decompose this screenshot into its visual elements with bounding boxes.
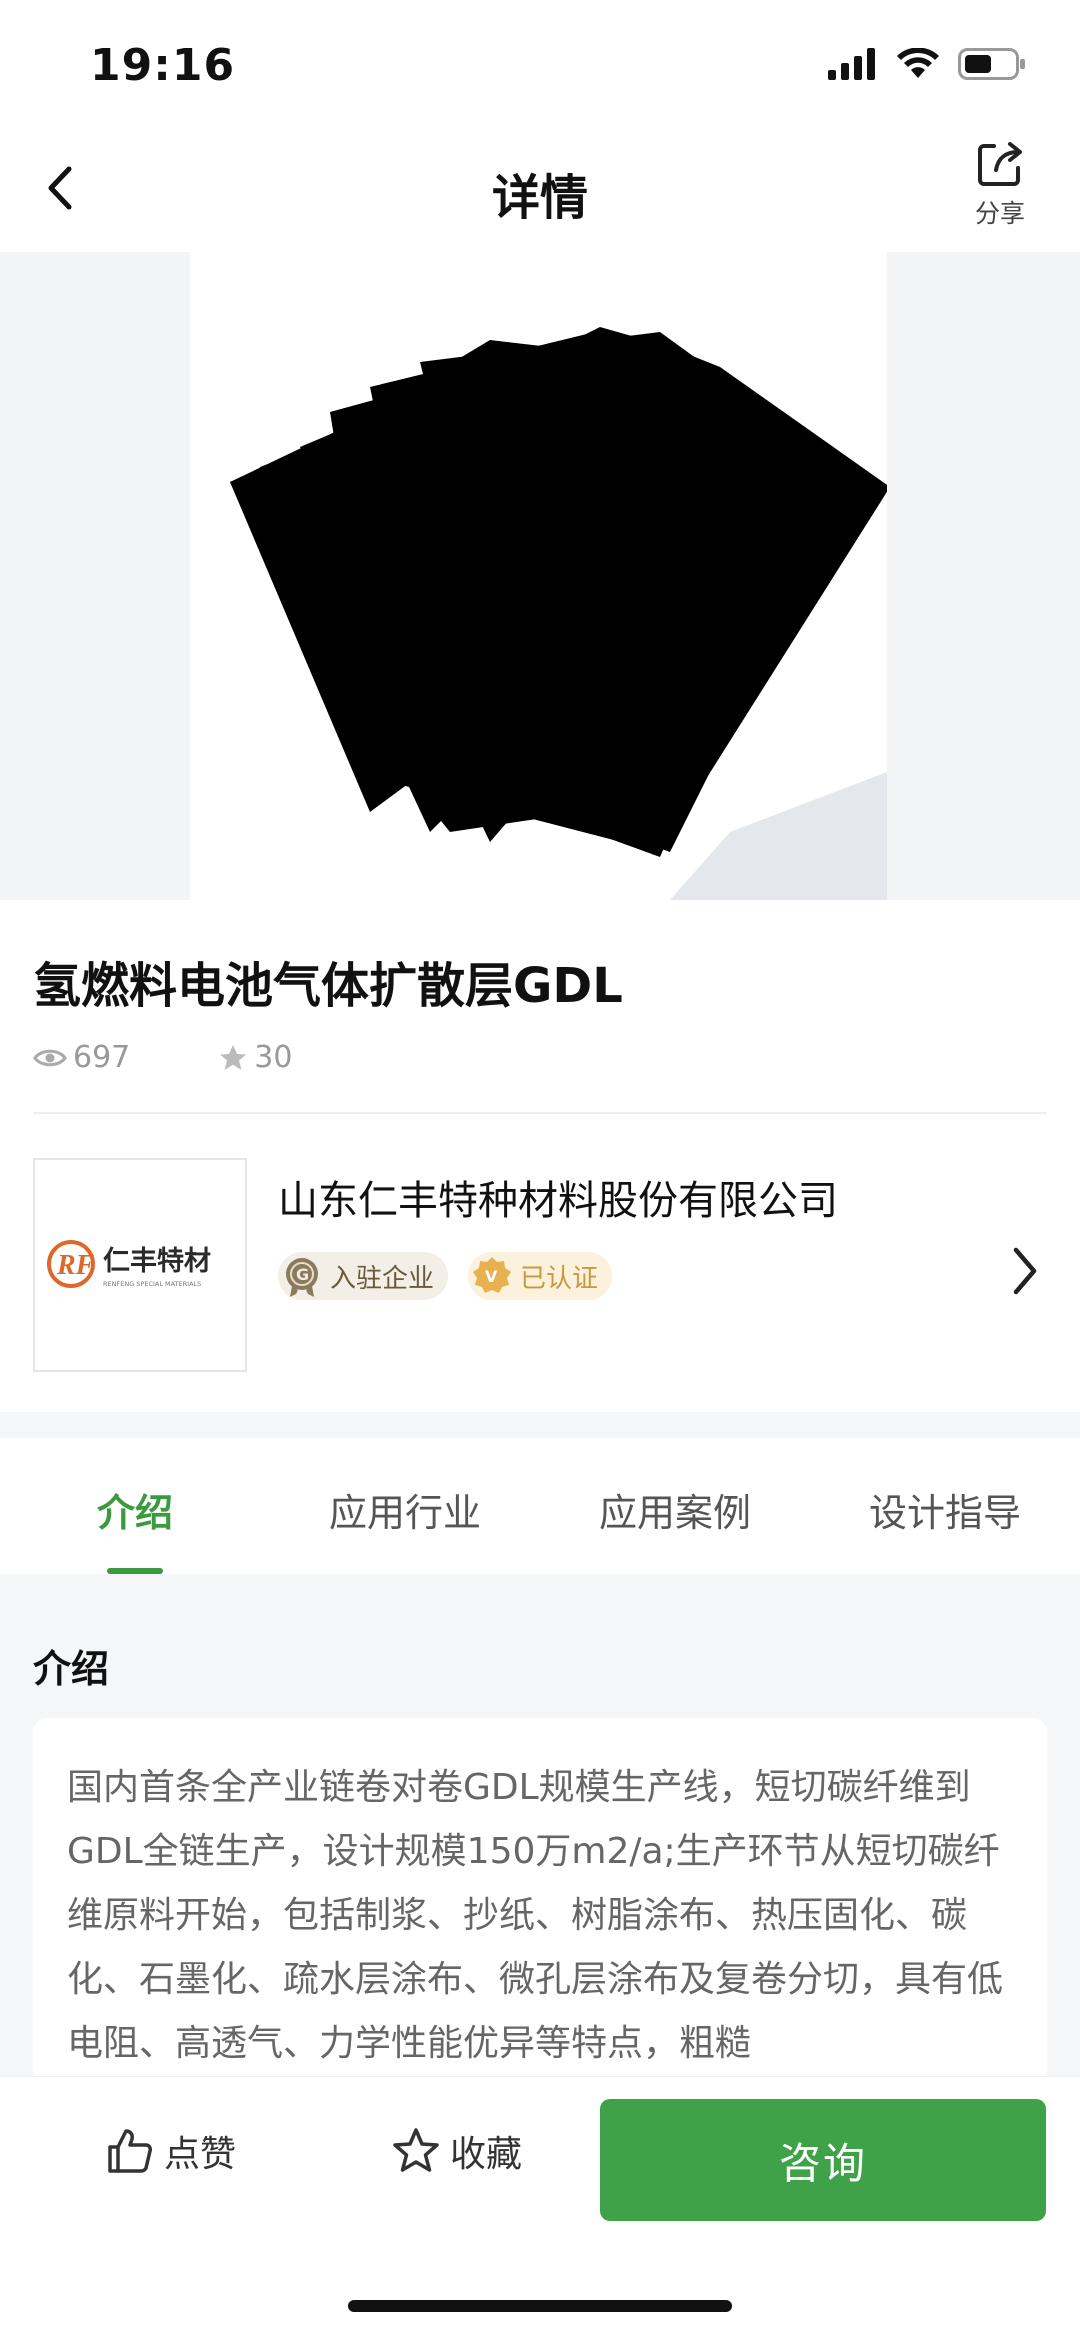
eye-icon xyxy=(33,1049,67,1066)
views-stat: 697 xyxy=(33,1040,130,1075)
tab-cases[interactable]: 应用案例 xyxy=(540,1438,810,1574)
share-icon xyxy=(978,142,1022,186)
company-logo-text: 仁丰特材 xyxy=(103,1246,211,1277)
company-logo: RF 仁丰特材 RENFENG SPECIAL MATERIALS xyxy=(33,1158,247,1372)
page-title: 详情 xyxy=(491,170,588,226)
favorite-label: 收藏 xyxy=(450,2134,523,2175)
company-badges: G 入驻企业 V 已认证 xyxy=(278,1252,613,1300)
status-time: 19:16 xyxy=(90,40,236,91)
product-image[interactable] xyxy=(0,252,1080,900)
intro-section: 介绍 国内首条全产业链卷对卷GDL规模生产线，短切碳纤维到GDL全链生产，设计规… xyxy=(0,1574,1080,2118)
wifi-icon xyxy=(897,48,939,78)
thumbs-up-icon xyxy=(108,2129,152,2173)
badge-verified: V 已认证 xyxy=(468,1252,613,1300)
product-title: 氢燃料电池气体扩散层GDL xyxy=(33,958,623,1014)
share-button[interactable]: 分享 xyxy=(950,138,1050,248)
favorites-stat: 30 xyxy=(218,1040,292,1075)
company-card[interactable]: RF 仁丰特材 RENFENG SPECIAL MATERIALS 山东仁丰特种… xyxy=(0,1114,1080,1434)
svg-text:G: G xyxy=(296,1265,309,1284)
gdl-sheets-image xyxy=(230,327,887,900)
signal-icon xyxy=(828,48,875,80)
favorite-button[interactable]: 收藏 xyxy=(392,2125,522,2177)
intro-text: 国内首条全产业链卷对卷GDL规模生产线，短切碳纤维到GDL全链生产，设计规模15… xyxy=(67,1767,1004,2064)
tab-intro-label: 介绍 xyxy=(96,1491,173,1535)
consult-button[interactable]: 咨询 xyxy=(600,2099,1046,2221)
badge-verified-label: 已认证 xyxy=(520,1263,599,1294)
views-count: 697 xyxy=(73,1040,131,1075)
tab-industries-label: 应用行业 xyxy=(328,1491,481,1535)
bottom-action-bar: 点赞 收藏 咨询 xyxy=(0,2076,1080,2337)
chevron-right-icon[interactable] xyxy=(1000,1236,1050,1306)
tab-design-guide-label: 设计指导 xyxy=(868,1491,1021,1535)
medal-icon: G xyxy=(278,1252,326,1300)
tab-bar: 介绍 应用行业 应用案例 设计指导 xyxy=(0,1438,1080,1574)
product-stats: 697 30 xyxy=(33,1040,292,1075)
svg-text:V: V xyxy=(485,1267,498,1286)
battery-icon xyxy=(958,48,1025,80)
badge-settled: G 入驻企业 xyxy=(278,1252,449,1300)
tab-industries[interactable]: 应用行业 xyxy=(270,1438,540,1574)
like-label: 点赞 xyxy=(164,2134,237,2175)
status-bar: 19:16 xyxy=(0,0,1080,130)
company-logo-mark: RF xyxy=(56,1250,95,1281)
nav-bar: 详情 分享 xyxy=(0,130,1080,252)
badge-settled-label: 入驻企业 xyxy=(330,1263,435,1294)
tab-design-guide[interactable]: 设计指导 xyxy=(810,1438,1080,1574)
company-name: 山东仁丰特种材料股份有限公司 xyxy=(278,1178,838,1224)
intro-box: 国内首条全产业链卷对卷GDL规模生产线，短切碳纤维到GDL全链生产，设计规模15… xyxy=(33,1718,1047,2118)
star-outline-icon xyxy=(393,2128,439,2172)
tab-cases-label: 应用案例 xyxy=(598,1491,751,1535)
section-spacer xyxy=(0,1412,1080,1438)
intro-heading: 介绍 xyxy=(33,1647,110,1691)
home-indicator[interactable] xyxy=(348,2300,732,2312)
share-label: 分享 xyxy=(974,199,1025,228)
star-icon xyxy=(220,1044,247,1070)
like-button[interactable]: 点赞 xyxy=(106,2125,236,2177)
company-logo-subtext: RENFENG SPECIAL MATERIALS xyxy=(103,1280,201,1288)
tab-intro[interactable]: 介绍 xyxy=(0,1438,270,1574)
favorites-count: 30 xyxy=(254,1040,293,1075)
verified-icon: V xyxy=(468,1252,516,1300)
status-icons xyxy=(828,48,1026,80)
